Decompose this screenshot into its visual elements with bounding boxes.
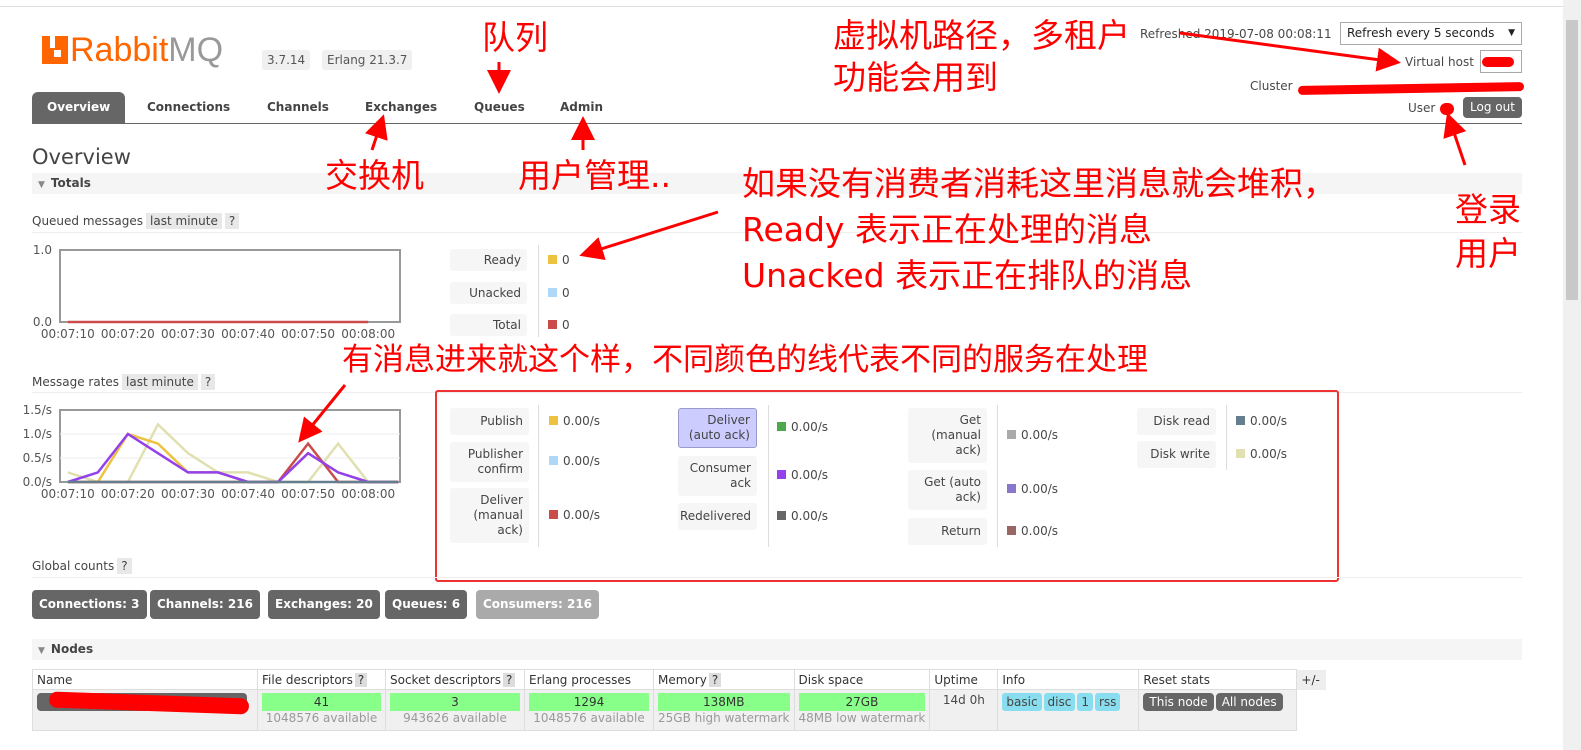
- count-label: Connections:: [39, 597, 127, 611]
- rate-value: 0.00/s: [549, 454, 600, 468]
- rate-label-redelivered[interactable]: Redelivered: [678, 503, 757, 530]
- stat-label-ready: Ready: [450, 249, 527, 271]
- stat-number: 0: [562, 286, 570, 300]
- count-value: 20: [356, 597, 373, 611]
- rate-number: 0.00/s: [791, 420, 829, 434]
- legend-swatch-icon: [548, 288, 557, 297]
- count-value: 6: [451, 597, 461, 611]
- legend-swatch-icon: [549, 456, 558, 465]
- rate-label-disk-read[interactable]: Disk read: [1137, 408, 1216, 435]
- legend-swatch-icon: [549, 415, 558, 425]
- count-label: Queues:: [392, 597, 448, 611]
- rate-value: 0.00/s: [1007, 482, 1058, 496]
- rate-value: 0.00/s: [1007, 524, 1058, 538]
- rate-label-deliver-manual-ack-[interactable]: Deliver (manual ack): [450, 488, 529, 543]
- rate-number: 0.00/s: [791, 508, 829, 523]
- count-consumers-button[interactable]: Consumers: 216: [476, 590, 600, 619]
- divider: [997, 405, 998, 547]
- rate-value: 0.00/s: [777, 509, 828, 523]
- legend-swatch-icon: [1007, 429, 1016, 439]
- divider: [538, 405, 539, 547]
- tab-connections[interactable]: Connections: [132, 92, 245, 123]
- rate-label-get-auto-ack-[interactable]: Get (auto ack): [908, 470, 987, 510]
- legend-swatch-icon: [1236, 415, 1245, 425]
- rate-label-publisher-confirm[interactable]: Publisher confirm: [450, 442, 529, 482]
- tab-channels[interactable]: Channels: [252, 92, 344, 123]
- rate-label-get-manual-ack-[interactable]: Get (manual ack): [908, 408, 987, 463]
- rate-number: 0.00/s: [1250, 446, 1288, 461]
- count-value: 216: [227, 597, 253, 611]
- rate-label-publish[interactable]: Publish: [450, 408, 529, 435]
- rate-number: 0.00/s: [1021, 523, 1059, 538]
- count-queues-button[interactable]: Queues: 6: [385, 590, 468, 619]
- count-label: Exchanges:: [275, 597, 352, 611]
- legend-swatch-icon: [777, 470, 786, 479]
- rate-number: 0.00/s: [563, 507, 601, 522]
- legend-swatch-icon: [548, 320, 557, 329]
- tab-exchanges[interactable]: Exchanges: [350, 92, 452, 123]
- stat-value: 0: [548, 253, 570, 267]
- rate-number: 0.00/s: [791, 468, 829, 482]
- scrollbar[interactable]: [1563, 0, 1581, 750]
- tab-admin[interactable]: Admin: [545, 92, 618, 123]
- rate-value: 0.00/s: [1236, 447, 1287, 461]
- rate-value: 0.00/s: [777, 468, 828, 482]
- rate-number: 0.00/s: [563, 454, 601, 468]
- legend-swatch-icon: [549, 509, 558, 519]
- count-value: 3: [131, 597, 140, 611]
- rate-number: 0.00/s: [1250, 413, 1288, 428]
- stat-label-total: Total: [450, 314, 527, 336]
- count-value: 216: [566, 597, 593, 611]
- stat-value: 0: [548, 286, 570, 300]
- legend-swatch-icon: [1007, 484, 1016, 493]
- stat-value: 0: [548, 318, 570, 332]
- count-channels-button[interactable]: Channels: 216: [150, 590, 260, 619]
- rate-value: 0.00/s: [777, 420, 828, 434]
- legend-swatch-icon: [548, 255, 557, 264]
- rate-value: 0.00/s: [1236, 414, 1287, 428]
- count-exchanges-button[interactable]: Exchanges: 20: [268, 590, 380, 619]
- stat-number: 0: [562, 253, 570, 267]
- rate-value: 0.00/s: [549, 414, 600, 428]
- rate-value: 0.00/s: [1007, 428, 1058, 442]
- stat-label-unacked: Unacked: [450, 282, 527, 304]
- tab-overview[interactable]: Overview: [32, 92, 126, 123]
- rate-number: 0.00/s: [1021, 427, 1059, 442]
- divider: [1226, 405, 1227, 470]
- rate-label-disk-write[interactable]: Disk write: [1137, 441, 1216, 468]
- rate-label-consumer-ack[interactable]: Consumer ack: [678, 456, 757, 496]
- rate-label-deliver-auto-ack-[interactable]: Deliver (auto ack): [678, 408, 757, 448]
- legend-swatch-icon: [777, 422, 786, 431]
- count-label: Consumers:: [483, 597, 563, 611]
- tab-queues[interactable]: Queues: [459, 92, 540, 123]
- rate-label-return[interactable]: Return: [908, 518, 987, 545]
- rate-value: 0.00/s: [549, 508, 600, 522]
- scrollbar-thumb[interactable]: [1566, 20, 1578, 300]
- count-connections-button[interactable]: Connections: 3: [32, 590, 147, 619]
- stat-number: 0: [562, 318, 570, 332]
- divider: [538, 245, 539, 337]
- rate-number: 0.00/s: [1021, 482, 1059, 496]
- divider: [768, 405, 769, 547]
- count-label: Channels:: [157, 597, 224, 611]
- legend-swatch-icon: [1007, 525, 1016, 535]
- legend-swatch-icon: [1236, 448, 1245, 458]
- rate-number: 0.00/s: [563, 413, 601, 428]
- legend-swatch-icon: [777, 510, 786, 520]
